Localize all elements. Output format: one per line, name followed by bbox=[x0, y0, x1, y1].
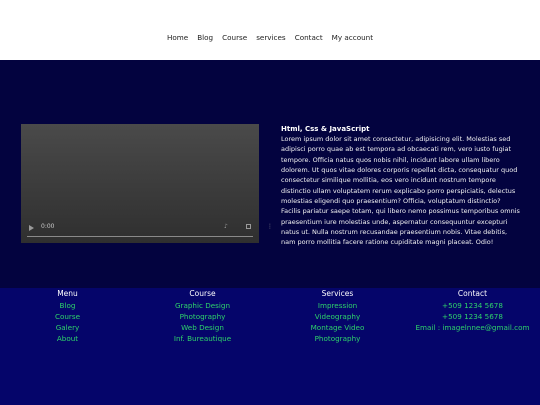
footer-phone: +509 1234 5678 bbox=[442, 312, 503, 321]
article: Html, Css & JavaScript Lorem ipsum dolor… bbox=[281, 125, 521, 248]
footer-link[interactable]: Web Design bbox=[135, 322, 270, 333]
nav-link-services[interactable]: services bbox=[256, 33, 286, 42]
fullscreen-icon[interactable] bbox=[246, 224, 251, 229]
footer-heading: Course bbox=[189, 289, 216, 298]
video-time: 0:00 bbox=[41, 223, 55, 230]
footer-heading: Contact bbox=[457, 289, 488, 298]
footer-phone: +509 1234 5678 bbox=[442, 301, 503, 310]
footer-link[interactable]: Graphic Design bbox=[135, 300, 270, 311]
play-icon[interactable] bbox=[29, 225, 34, 231]
nav-link-home[interactable]: Home bbox=[167, 33, 188, 42]
footer-email[interactable]: Email : imagelnnee@gmail.com bbox=[405, 322, 540, 333]
video-controls: 0:00 ♪ ⋮ bbox=[21, 221, 273, 243]
video-progress-bar[interactable] bbox=[27, 236, 253, 237]
footer-link[interactable]: Photography bbox=[270, 333, 405, 344]
nav-link-contact[interactable]: Contact bbox=[295, 33, 323, 42]
footer-heading: Services bbox=[321, 289, 354, 298]
volume-icon[interactable]: ♪ bbox=[224, 224, 228, 230]
top-navigation: Home Blog Course services Contact My acc… bbox=[0, 0, 540, 60]
footer-link[interactable]: Blog bbox=[0, 300, 135, 311]
footer-link[interactable]: Videography bbox=[270, 311, 405, 322]
nav-link-course[interactable]: Course bbox=[222, 33, 247, 42]
footer-column-contact: Contact +509 1234 5678 +509 1234 5678 Em… bbox=[405, 288, 540, 333]
footer-link[interactable]: Photography bbox=[135, 311, 270, 322]
footer-link[interactable]: Impression bbox=[270, 300, 405, 311]
more-options-icon[interactable]: ⋮ bbox=[267, 223, 273, 230]
footer: Menu Blog Course Galery About Course Gra… bbox=[0, 288, 540, 405]
footer-link[interactable]: Course bbox=[0, 311, 135, 322]
footer-link[interactable]: Montage Video bbox=[270, 322, 405, 333]
article-title: Html, Css & JavaScript bbox=[281, 125, 370, 133]
nav-link-blog[interactable]: Blog bbox=[197, 33, 213, 42]
footer-link[interactable]: Galery bbox=[0, 322, 135, 333]
footer-column-services: Services Impression Videography Montage … bbox=[270, 288, 405, 344]
article-body: Lorem ipsum dolor sit amet consectetur, … bbox=[281, 135, 520, 247]
footer-column-course: Course Graphic Design Photography Web De… bbox=[135, 288, 270, 344]
footer-link[interactable]: Inf. Bureautique bbox=[135, 333, 270, 344]
footer-column-menu: Menu Blog Course Galery About bbox=[0, 288, 135, 344]
nav-link-my-account[interactable]: My account bbox=[332, 33, 373, 42]
footer-link[interactable]: About bbox=[0, 333, 135, 344]
video-player[interactable]: 0:00 ♪ ⋮ bbox=[21, 124, 273, 243]
footer-heading: Menu bbox=[57, 289, 78, 298]
nav-list: Home Blog Course services Contact My acc… bbox=[0, 25, 540, 44]
